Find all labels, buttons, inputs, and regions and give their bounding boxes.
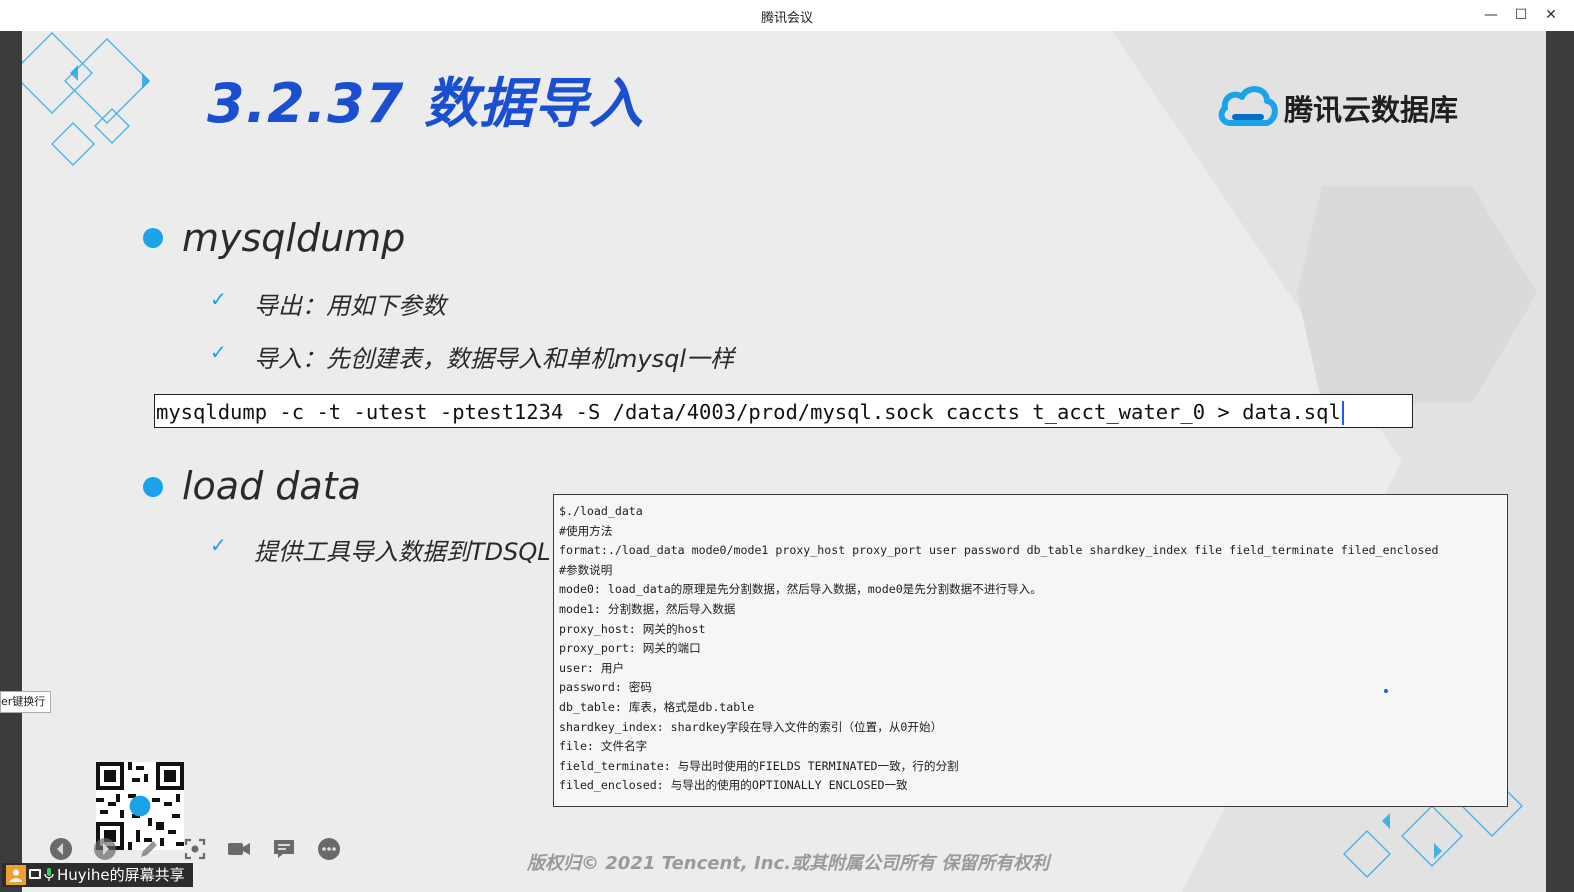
left-border (0, 31, 22, 892)
usage-line: mode0: load_data的原理是先分割数据，然后导入数据，mode0是先… (559, 582, 1042, 597)
sub-item-tool: 提供工具导入数据到TDSQL (254, 538, 551, 566)
sub-item-import: 导入：先创建表，数据导入和单机mysql一样 (254, 345, 734, 373)
window-title: 腾讯会议 (760, 11, 813, 26)
tencent-cloud-logo-icon (1218, 86, 1278, 126)
usage-line: user: 用户 (559, 660, 625, 675)
usage-line: $./load_data (559, 504, 643, 518)
usage-line: #参数说明 (559, 562, 613, 577)
usage-line: format:./load_data mode0/mode1 proxy_hos… (559, 543, 1439, 558)
checkmark-icon: ✓ (210, 340, 227, 364)
user-avatar-icon (6, 865, 26, 885)
pen-icon[interactable] (136, 836, 162, 862)
slide-footer-copyright: 版权归© 2021 Tencent, Inc.或其附属公司所有 保留所有权利 (527, 853, 1050, 874)
usage-line: proxy_host: 网关的host (559, 621, 706, 636)
bullet-mysqldump: mysqldump (182, 216, 406, 260)
usage-line: db_table: 库表，格式是db.table (559, 699, 755, 714)
text-caret (1341, 401, 1344, 425)
usage-line: filed_enclosed: 与导出的使用的OPTIONALLY ENCLOS… (559, 778, 908, 793)
screen-share-label: Huyihe的屏幕共享 (57, 866, 185, 884)
usage-line: password: 密码 (559, 680, 652, 695)
microphone-icon (44, 868, 54, 881)
screen-share-icon (29, 869, 41, 879)
shared-slide: 3.2.37 数据导入 腾讯云数据库 mysqldump ✓ 导出：用如下参数 … (22, 31, 1546, 892)
close-button[interactable]: ✕ (1539, 4, 1563, 26)
sub-item-export: 导出：用如下参数 (254, 292, 446, 320)
video-icon[interactable] (226, 836, 252, 862)
next-icon[interactable] (92, 836, 118, 862)
command-text: mysqldump -c -t -utest -ptest1234 -S /da… (156, 400, 1341, 424)
chat-icon[interactable] (271, 836, 297, 862)
bullet-dot-icon (143, 228, 163, 248)
usage-line: proxy_port: 网关的端口 (559, 641, 701, 656)
maximize-button[interactable]: ☐ (1509, 4, 1533, 26)
bullet-load-data: load data (182, 464, 361, 508)
load-data-usage-box: $./load_data #使用方法 format:./load_data mo… (553, 494, 1508, 807)
bullet-dot-icon (143, 477, 163, 497)
usage-line: shardkey_index: shardkey字段在导入文件的索引（位置，从0… (559, 719, 943, 734)
tencent-cloud-database-logo-text: 腾讯云数据库 (1284, 93, 1459, 127)
command-textbox[interactable]: mysqldump -c -t -utest -ptest1234 -S /da… (154, 394, 1413, 428)
screenshot-icon[interactable] (182, 836, 208, 862)
usage-line: file: 文件名字 (559, 739, 648, 754)
minimize-button[interactable]: — (1479, 4, 1503, 26)
window-titlebar: 腾讯会议 — ☐ ✕ (0, 0, 1574, 32)
usage-line: mode1: 分割数据，然后导入数据 (559, 601, 736, 616)
usage-line: field_terminate: 与导出时使用的FIELDS TERMINATE… (559, 758, 959, 773)
tooltip: er键换行 (0, 691, 52, 713)
checkmark-icon: ✓ (210, 533, 227, 557)
slide-title: 3.2.37 数据导入 (207, 72, 645, 135)
right-border (1546, 31, 1574, 892)
checkmark-icon: ✓ (210, 287, 227, 311)
more-icon[interactable] (316, 836, 342, 862)
pointer-dot (1384, 689, 1388, 693)
screen-share-indicator: Huyihe的屏幕共享 (2, 863, 193, 887)
usage-line: #使用方法 (559, 523, 613, 538)
prev-icon[interactable] (48, 836, 74, 862)
